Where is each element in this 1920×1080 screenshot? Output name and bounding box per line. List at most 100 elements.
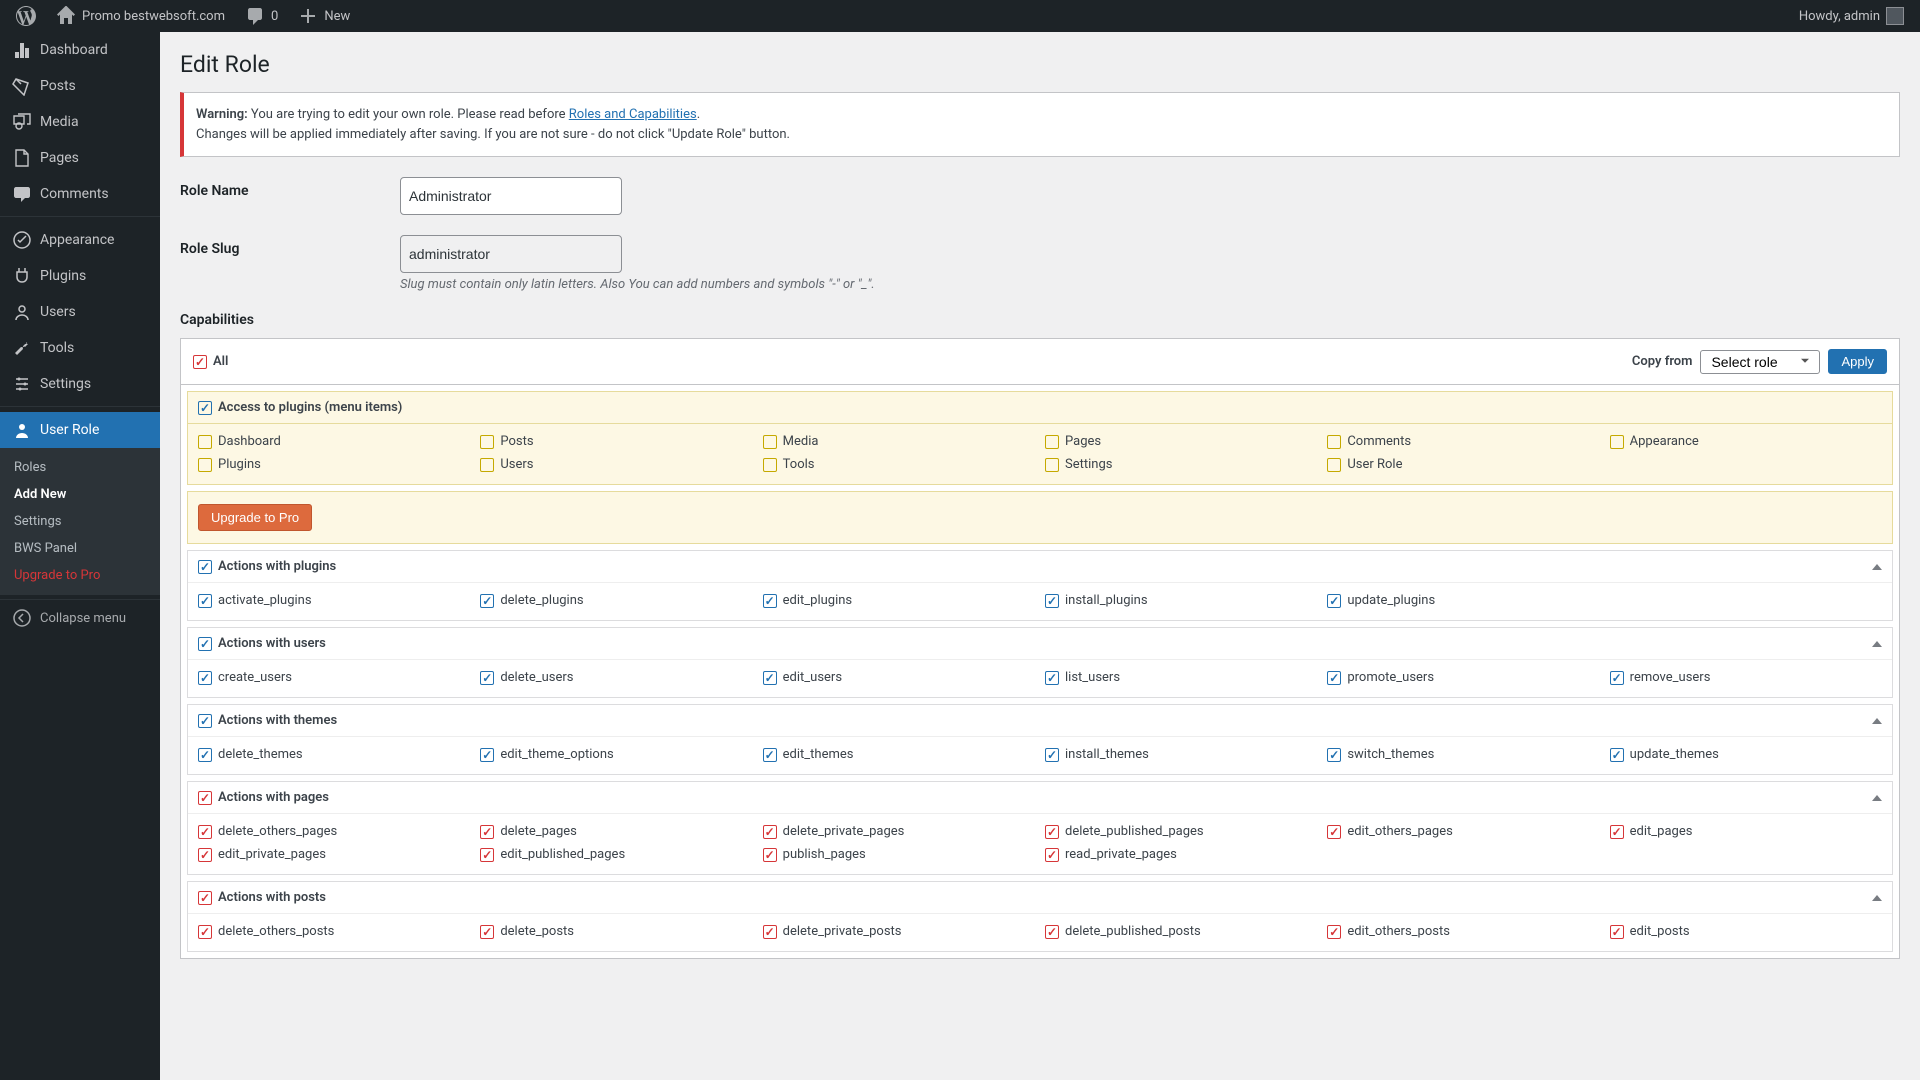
collapse-icon[interactable] xyxy=(1872,795,1882,801)
capability-checkbox[interactable] xyxy=(480,594,494,608)
capability-checkbox[interactable] xyxy=(1045,848,1059,862)
submenu-item-roles[interactable]: Roles xyxy=(0,454,160,481)
capability-checkbox[interactable] xyxy=(763,748,777,762)
capability-checkbox[interactable] xyxy=(1045,825,1059,839)
capability-checkbox[interactable] xyxy=(480,435,494,449)
section-checkbox[interactable] xyxy=(198,714,212,728)
account-link[interactable]: Howdy, admin xyxy=(1791,0,1912,32)
capability-checkbox[interactable] xyxy=(1327,594,1341,608)
capability-checkbox[interactable] xyxy=(763,671,777,685)
wp-logo[interactable] xyxy=(8,0,44,32)
capability-checkbox[interactable] xyxy=(763,825,777,839)
role-name-input[interactable] xyxy=(400,177,622,215)
section-head[interactable]: Actions with users xyxy=(188,628,1892,660)
capability-checkbox[interactable] xyxy=(198,435,212,449)
section-head[interactable]: Access to plugins (menu items) xyxy=(188,392,1892,424)
new-link[interactable]: New xyxy=(290,0,358,32)
capability-checkbox[interactable] xyxy=(763,848,777,862)
sidebar-item-pages[interactable]: Pages xyxy=(0,140,160,176)
roles-caps-link[interactable]: Roles and Capabilities xyxy=(569,107,697,122)
section-checkbox[interactable] xyxy=(198,401,212,415)
capability-checkbox[interactable] xyxy=(198,748,212,762)
sidebar-item-plugins[interactable]: Plugins xyxy=(0,258,160,294)
sidebar-item-media[interactable]: Media xyxy=(0,104,160,140)
capability-checkbox[interactable] xyxy=(763,435,777,449)
section-checkbox[interactable] xyxy=(198,560,212,574)
capability-checkbox[interactable] xyxy=(1327,825,1341,839)
capability-checkbox[interactable] xyxy=(763,925,777,939)
capability-checkbox[interactable] xyxy=(763,594,777,608)
capability-item: edit_posts xyxy=(1610,922,1882,941)
capability-item: Media xyxy=(763,432,1035,451)
all-checkbox[interactable] xyxy=(193,355,207,369)
section-head[interactable]: Actions with posts xyxy=(188,882,1892,914)
capability-checkbox[interactable] xyxy=(1327,435,1341,449)
capability-checkbox[interactable] xyxy=(480,848,494,862)
submenu-item-upgrade-to-pro[interactable]: Upgrade to Pro xyxy=(0,562,160,589)
capability-checkbox[interactable] xyxy=(1327,458,1341,472)
collapse-icon[interactable] xyxy=(1872,895,1882,901)
collapse-menu[interactable]: Collapse menu xyxy=(0,599,160,636)
capability-checkbox[interactable] xyxy=(763,458,777,472)
capability-checkbox[interactable] xyxy=(1327,671,1341,685)
sidebar-item-tools[interactable]: Tools xyxy=(0,330,160,366)
sidebar-item-comments[interactable]: Comments xyxy=(0,176,160,212)
capability-checkbox[interactable] xyxy=(480,458,494,472)
sidebar-item-dashboard[interactable]: Dashboard xyxy=(0,32,160,68)
capability-checkbox[interactable] xyxy=(1045,458,1059,472)
copy-from-select[interactable]: Select role xyxy=(1700,350,1820,374)
sidebar-item-user-role[interactable]: User Role xyxy=(0,412,160,448)
capability-checkbox[interactable] xyxy=(198,458,212,472)
submenu-item-settings[interactable]: Settings xyxy=(0,508,160,535)
sidebar-item-posts[interactable]: Posts xyxy=(0,68,160,104)
capability-checkbox[interactable] xyxy=(1045,435,1059,449)
capability-checkbox[interactable] xyxy=(198,671,212,685)
capability-label: edit_published_pages xyxy=(500,847,625,862)
capability-checkbox[interactable] xyxy=(1610,825,1624,839)
capability-checkbox[interactable] xyxy=(1045,925,1059,939)
capability-checkbox[interactable] xyxy=(198,848,212,862)
capability-checkbox[interactable] xyxy=(480,925,494,939)
section-checkbox[interactable] xyxy=(198,891,212,905)
capability-checkbox[interactable] xyxy=(198,594,212,608)
capability-checkbox[interactable] xyxy=(480,825,494,839)
section-checkbox[interactable] xyxy=(198,637,212,651)
capability-checkbox[interactable] xyxy=(1045,748,1059,762)
capability-label: remove_users xyxy=(1630,670,1711,685)
capability-checkbox[interactable] xyxy=(1327,925,1341,939)
role-slug-input[interactable] xyxy=(400,235,622,273)
capability-checkbox[interactable] xyxy=(1045,594,1059,608)
apply-button[interactable]: Apply xyxy=(1828,349,1887,374)
collapse-icon[interactable] xyxy=(1872,718,1882,724)
collapse-icon[interactable] xyxy=(1872,564,1882,570)
avatar xyxy=(1886,7,1904,25)
sidebar-item-users[interactable]: Users xyxy=(0,294,160,330)
section-head[interactable]: Actions with themes xyxy=(188,705,1892,737)
submenu-item-add-new[interactable]: Add New xyxy=(0,481,160,508)
capability-checkbox[interactable] xyxy=(1610,671,1624,685)
collapse-icon[interactable] xyxy=(1872,641,1882,647)
capability-checkbox[interactable] xyxy=(480,671,494,685)
capability-item: Plugins xyxy=(198,455,470,474)
capability-item: delete_private_pages xyxy=(763,822,1035,841)
section-checkbox[interactable] xyxy=(198,791,212,805)
site-link[interactable]: Promo bestwebsoft.com xyxy=(48,0,233,32)
comments-link[interactable]: 0 xyxy=(237,0,286,32)
capability-item: create_users xyxy=(198,668,470,687)
capability-label: update_plugins xyxy=(1347,593,1435,608)
capability-checkbox[interactable] xyxy=(1610,748,1624,762)
capability-checkbox[interactable] xyxy=(480,748,494,762)
capability-label: edit_plugins xyxy=(783,593,852,608)
capability-checkbox[interactable] xyxy=(1327,748,1341,762)
section-head[interactable]: Actions with pages xyxy=(188,782,1892,814)
section-head[interactable]: Actions with plugins xyxy=(188,551,1892,583)
capability-checkbox[interactable] xyxy=(198,825,212,839)
capability-checkbox[interactable] xyxy=(1610,925,1624,939)
capability-checkbox[interactable] xyxy=(1610,435,1624,449)
capability-checkbox[interactable] xyxy=(198,925,212,939)
sidebar-item-settings[interactable]: Settings xyxy=(0,366,160,402)
capability-checkbox[interactable] xyxy=(1045,671,1059,685)
submenu-item-bws-panel[interactable]: BWS Panel xyxy=(0,535,160,562)
sidebar-item-appearance[interactable]: Appearance xyxy=(0,222,160,258)
upgrade-button[interactable]: Upgrade to Pro xyxy=(198,504,312,531)
